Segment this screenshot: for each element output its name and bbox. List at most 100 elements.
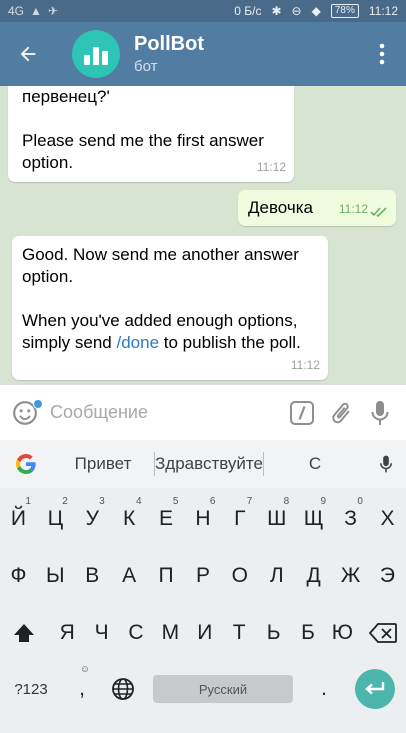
letter-key[interactable]: Ж <box>332 553 369 599</box>
letter-key[interactable]: Е5 <box>148 496 185 542</box>
keyboard-row-3: ЯЧСМИТЬБЮ <box>0 610 406 656</box>
number-hint: 9 <box>320 496 327 507</box>
space-key[interactable]: Русский <box>153 675 293 703</box>
suggestion-item[interactable]: Здравствуйте <box>155 454 263 474</box>
number-hint: 3 <box>99 496 105 507</box>
letter-key[interactable]: А <box>111 553 148 599</box>
bot-command-icon <box>289 400 314 425</box>
letter-key[interactable]: Ц2 <box>37 496 74 542</box>
mic-icon <box>379 455 393 473</box>
comma-key[interactable]: , ☺ <box>62 664 102 712</box>
letter-key[interactable]: С <box>119 610 153 656</box>
number-hint: 5 <box>172 496 179 507</box>
emoji-hint-icon: ☺ <box>79 664 90 675</box>
back-button[interactable] <box>0 22 56 86</box>
suggestion-strip: Привет Здравствуйте С <box>0 440 406 488</box>
letter-key[interactable]: Э <box>369 553 406 599</box>
letter-key[interactable]: В <box>74 553 111 599</box>
enter-arrow-icon <box>365 682 385 695</box>
message-bubble-incoming[interactable]: первенец?' Please send me the first answ… <box>8 86 294 182</box>
backspace-key[interactable] <box>360 610 406 656</box>
globe-icon <box>112 678 134 700</box>
letter-key[interactable]: Щ9 <box>295 496 332 542</box>
letter-key[interactable]: Ф <box>0 553 37 599</box>
chat-title: PollBot <box>134 33 204 55</box>
number-hint: 7 <box>246 496 253 507</box>
voice-record-button[interactable] <box>361 385 400 441</box>
symbols-key[interactable]: ?123 <box>0 666 62 712</box>
number-hint: 8 <box>283 496 290 507</box>
letter-key[interactable]: У3 <box>74 496 111 542</box>
bar-chart-bar <box>93 47 99 65</box>
letter-key[interactable]: П <box>148 553 185 599</box>
suggestion-item[interactable]: С <box>264 454 366 474</box>
message-time: 11:12 <box>338 202 368 216</box>
letter-key[interactable]: Х <box>369 496 406 542</box>
period-key[interactable]: . <box>302 666 346 712</box>
letter-key[interactable]: Ю <box>325 610 359 656</box>
letter-key[interactable]: Й1 <box>0 496 37 542</box>
suggestion-item[interactable]: Привет <box>52 454 154 474</box>
letter-key[interactable]: Д <box>295 553 332 599</box>
letter-key[interactable]: Ы <box>37 553 74 599</box>
letter-key-label: У <box>85 507 99 530</box>
chat-messages-area[interactable]: первенец?' Please send me the first answ… <box>0 86 406 384</box>
letter-key[interactable]: Н6 <box>185 496 222 542</box>
done-command-link[interactable]: /done <box>116 333 159 352</box>
emoji-button[interactable] <box>0 385 50 441</box>
number-hint: 0 <box>357 496 363 507</box>
battery-indicator: 78% <box>330 4 359 18</box>
letter-key[interactable]: М <box>153 610 187 656</box>
letter-key[interactable]: И <box>188 610 222 656</box>
more-options-button[interactable] <box>358 22 406 86</box>
message-bubble-outgoing[interactable]: Девочка 11:12 <box>238 190 396 226</box>
language-switch-key[interactable] <box>102 666 144 712</box>
letter-key-label: К <box>123 507 136 530</box>
letter-key[interactable]: Л <box>258 553 295 599</box>
chat-title-block[interactable]: PollBot бот <box>134 33 358 75</box>
chat-subtitle: бот <box>134 58 158 75</box>
letter-key[interactable]: Ч <box>84 610 118 656</box>
letter-key[interactable]: О <box>221 553 258 599</box>
letter-key-label: Ш <box>267 507 287 530</box>
back-arrow-icon <box>20 46 36 62</box>
message-input[interactable] <box>50 402 283 423</box>
letter-key[interactable]: Р <box>185 553 222 599</box>
bot-avatar[interactable] <box>72 30 120 78</box>
dnd-icon: ⊖ <box>291 4 302 18</box>
letter-key[interactable]: К4 <box>111 496 148 542</box>
letter-key-label: Г <box>234 507 246 530</box>
backspace-icon <box>369 623 397 643</box>
mic-icon <box>371 400 389 425</box>
message-bubble-incoming[interactable]: Good. Now send me another answer option.… <box>12 236 328 380</box>
attach-icon <box>332 402 350 423</box>
voice-input-button[interactable] <box>366 454 406 474</box>
google-logo-button[interactable] <box>0 440 52 488</box>
bluetooth-icon: ✱ <box>271 4 282 18</box>
letter-key[interactable]: З0 <box>332 496 369 542</box>
notification-icon: ✈ <box>47 4 58 18</box>
bot-command-button[interactable] <box>282 385 321 441</box>
enter-key[interactable] <box>355 669 395 709</box>
number-hint: 4 <box>136 496 142 507</box>
letter-key[interactable]: Ь <box>256 610 290 656</box>
message-text-part: to publish the poll. <box>159 333 301 352</box>
letter-key[interactable]: Б <box>291 610 325 656</box>
message-composer <box>0 384 406 440</box>
keyboard-row-2: ФЫВАПРОЛДЖЭ <box>0 553 406 599</box>
comma-key-label: , <box>79 677 85 700</box>
number-hint: 6 <box>209 496 216 507</box>
letter-key[interactable]: Т <box>222 610 256 656</box>
letter-key[interactable]: Я <box>50 610 84 656</box>
wifi-icon: ◆ <box>311 4 321 18</box>
attach-button[interactable] <box>321 385 360 441</box>
shift-key[interactable] <box>0 610 48 656</box>
letter-key[interactable]: Г7 <box>221 496 258 542</box>
keyboard-row-4: ?123 , ☺ Русский . <box>0 664 406 712</box>
notification-dot <box>33 398 43 409</box>
message-text: первенец?' <box>22 87 110 106</box>
letter-key[interactable]: Ш8 <box>258 496 295 542</box>
status-time: 11:12 <box>368 4 398 18</box>
